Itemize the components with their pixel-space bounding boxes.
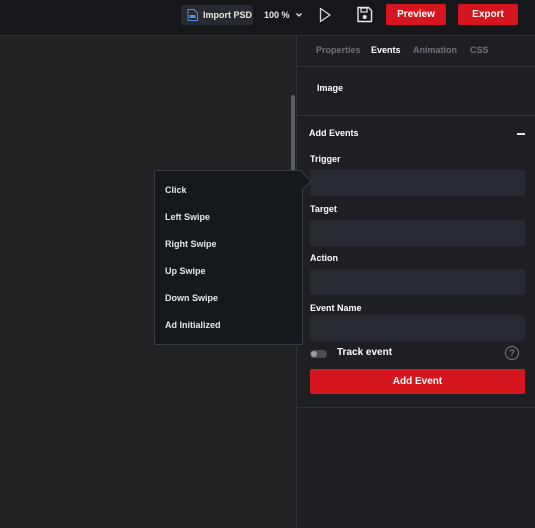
zoom-dropdown[interactable]: 100 % (264, 8, 303, 22)
save-icon[interactable] (356, 6, 373, 23)
menu-item-up-swipe[interactable]: Up Swipe (165, 266, 206, 276)
export-button[interactable]: Export (458, 4, 518, 25)
tab-events[interactable]: Events (371, 45, 401, 55)
collapse-icon[interactable] (517, 133, 525, 135)
properties-panel: Properties Events Animation CSS Image Ad… (296, 36, 535, 528)
file-psd-icon (187, 9, 198, 21)
trigger-label: Trigger (310, 154, 341, 164)
chevron-down-icon (295, 13, 302, 17)
track-event-label: Track event (337, 347, 393, 358)
menu-item-click[interactable]: Click (165, 185, 187, 195)
trigger-field[interactable] (310, 170, 525, 196)
menu-item-ad-initialized[interactable]: Ad Initialized (165, 320, 221, 330)
track-event-toggle[interactable] (310, 350, 327, 358)
play-icon[interactable] (318, 7, 332, 23)
tab-properties[interactable]: Properties (316, 45, 361, 55)
event-name-field[interactable] (310, 315, 525, 341)
trigger-dropdown-menu: Click Left Swipe Right Swipe Up Swipe Do… (154, 170, 303, 345)
toggle-knob (311, 351, 317, 357)
target-field[interactable] (310, 220, 525, 246)
divider (297, 115, 535, 116)
menu-item-right-swipe[interactable]: Right Swipe (165, 239, 217, 249)
tab-animation[interactable]: Animation (413, 45, 457, 55)
target-label: Target (310, 204, 337, 214)
event-name-label: Event Name (310, 303, 362, 313)
add-event-button[interactable]: Add Event (310, 369, 525, 394)
menu-item-down-swipe[interactable]: Down Swipe (165, 293, 218, 303)
preview-button[interactable]: Preview (386, 4, 446, 25)
top-toolbar: Import PSD 100 % Preview Export (0, 0, 535, 36)
zoom-value: 100 % (264, 10, 290, 20)
action-label: Action (310, 253, 338, 263)
import-psd-button[interactable]: Import PSD (181, 5, 253, 25)
add-events-title: Add Events (309, 128, 359, 138)
panel-tabs: Properties Events Animation CSS (297, 36, 535, 67)
help-icon[interactable]: ? (505, 346, 519, 360)
canvas-scrollbar[interactable] (291, 95, 295, 173)
selected-element-name: Image (317, 83, 344, 93)
dropdown-pointer-icon (301, 172, 312, 190)
action-field[interactable] (310, 269, 525, 295)
tab-css[interactable]: CSS (470, 45, 489, 55)
menu-item-left-swipe[interactable]: Left Swipe (165, 212, 210, 222)
import-psd-label: Import PSD (203, 10, 253, 20)
divider (297, 407, 535, 408)
